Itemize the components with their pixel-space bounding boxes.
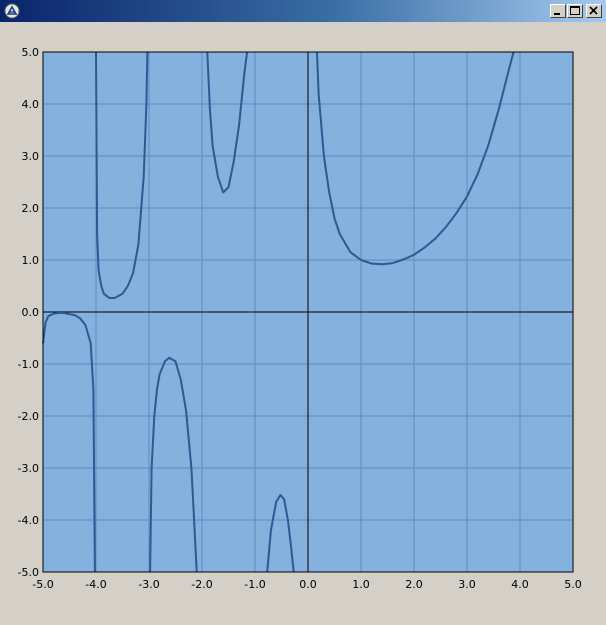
- y-axis-tick-labels: 5.0 4.0 3.0 2.0 1.0 0.0 -1.0 -2.0 -3.0 -4.0 -5.0: [18, 46, 39, 579]
- y-tick-label: 1.0: [22, 254, 40, 267]
- y-tick-label: 2.0: [22, 202, 40, 215]
- y-tick-label: -5.0: [18, 566, 39, 579]
- x-tick-label: 5.0: [564, 578, 582, 591]
- x-tick-label: -3.0: [138, 578, 159, 591]
- y-tick-label: 5.0: [22, 46, 40, 59]
- x-tick-label: -5.0: [32, 578, 53, 591]
- close-button[interactable]: [586, 4, 602, 18]
- x-tick-label: 4.0: [511, 578, 529, 591]
- y-tick-label: -1.0: [18, 358, 39, 371]
- maximize-icon: [570, 6, 580, 15]
- x-tick-label: 2.0: [405, 578, 423, 591]
- y-tick-label: 3.0: [22, 150, 40, 163]
- maximize-button[interactable]: [567, 4, 583, 18]
- y-tick-label: -4.0: [18, 514, 39, 527]
- y-tick-label: 4.0: [22, 98, 40, 111]
- close-icon: [589, 6, 598, 15]
- minimize-icon: [554, 13, 560, 15]
- function-plot[interactable]: -5.0 -4.0 -3.0 -2.0 -1.0 0.0 1.0 2.0 3.0 4.0 5.0 5…: [0, 22, 606, 625]
- app-logo-icon[interactable]: [4, 3, 20, 19]
- x-tick-label: 0.0: [299, 578, 317, 591]
- application-window: -5.0 -4.0 -3.0 -2.0 -1.0 0.0 1.0 2.0 3.0 4.0 5.0 5…: [0, 0, 606, 625]
- title-bar[interactable]: [0, 0, 606, 22]
- x-tick-label: 3.0: [458, 578, 476, 591]
- y-tick-label: -3.0: [18, 462, 39, 475]
- x-tick-label: -1.0: [244, 578, 265, 591]
- x-tick-label: -4.0: [85, 578, 106, 591]
- x-axis-tick-labels: -5.0 -4.0 -3.0 -2.0 -1.0 0.0 1.0 2.0 3.0 4.0 5.0: [32, 578, 581, 591]
- y-tick-label: 0.0: [22, 306, 40, 319]
- x-tick-label: -2.0: [191, 578, 212, 591]
- minimize-button[interactable]: [550, 4, 566, 18]
- x-tick-label: 1.0: [352, 578, 370, 591]
- y-tick-label: -2.0: [18, 410, 39, 423]
